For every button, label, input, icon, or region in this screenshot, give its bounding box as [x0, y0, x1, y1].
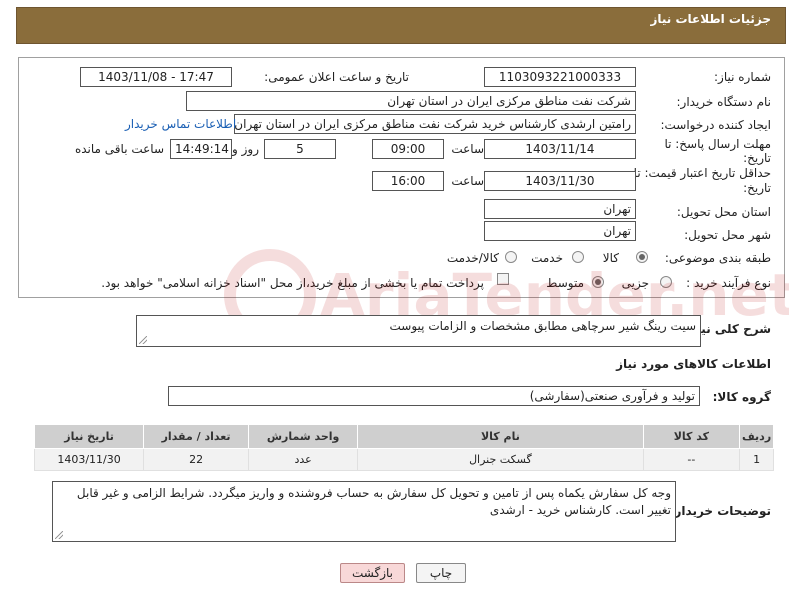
- back-button[interactable]: بازگشت: [340, 563, 405, 583]
- validity-time-field: 16:00: [372, 171, 444, 191]
- cell-unit: عدد: [248, 448, 359, 471]
- process-option-minor: جزیی: [621, 276, 649, 290]
- province-label: استان محل تحویل:: [676, 205, 771, 219]
- payment-note: پرداخت تمام یا بخشی از مبلغ خرید،از محل …: [101, 276, 484, 290]
- print-button[interactable]: چاپ: [416, 563, 466, 583]
- col-quantity: تعداد / مقدار: [143, 424, 250, 449]
- buyer-org-label: نام دستگاه خریدار:: [676, 95, 772, 109]
- table-row: 1403/11/30 22 عدد گسکت جنرال -- 1: [33, 448, 774, 471]
- goods-group-label: گروه کالا:: [712, 390, 771, 404]
- goods-group-field: تولید و فرآوری صنعتی(سفارشی): [168, 386, 700, 406]
- validity-date-field: 1403/11/30: [484, 171, 636, 191]
- validity-label: حداقل تاریخ اعتبار قیمت: تا: [633, 166, 771, 180]
- category-radio-goods[interactable]: [636, 251, 648, 263]
- process-radio-medium[interactable]: [592, 276, 604, 288]
- resize-handle[interactable]: [139, 336, 147, 344]
- resize-handle[interactable]: [55, 531, 63, 539]
- page-title: جزئیات اطلاعات نیاز: [650, 12, 771, 26]
- category-option-goods-service: کالا/خدمت: [446, 251, 499, 265]
- cell-need-date: 1403/11/30: [33, 448, 145, 471]
- payment-checkbox[interactable]: [497, 273, 509, 285]
- process-label: نوع فرآیند خرید :: [686, 276, 771, 290]
- goods-section-title: اطلاعات کالاهای مورد نیاز: [616, 357, 771, 371]
- cell-item-name: گسکت جنرال: [357, 448, 644, 471]
- deadline-date-field: 1403/11/14: [484, 139, 636, 159]
- cell-item-code: --: [642, 448, 741, 471]
- deadline-time-label: ساعت: [451, 142, 484, 156]
- category-radio-service[interactable]: [572, 251, 584, 263]
- col-item-name: نام کالا: [357, 424, 644, 449]
- col-row-index: ردیف: [739, 424, 774, 449]
- announce-field: 1403/11/08 - 17:47: [80, 67, 232, 87]
- need-number-field: 1103093221000333: [484, 67, 636, 87]
- deadline-time-field: 09:00: [372, 139, 444, 159]
- province-field: تهران: [484, 199, 636, 219]
- deadline-label: مهلت ارسال پاسخ: تا: [664, 137, 771, 151]
- contact-buyer-link[interactable]: اطلاعات تماس خریدار: [125, 117, 236, 131]
- city-field: تهران: [484, 221, 636, 241]
- goods-table: تاریخ نیاز تعداد / مقدار واحد شمارش نام …: [33, 424, 774, 471]
- buyer-notes-field: وجه کل سفارش یکماه پس از تامین و تحویل ک…: [52, 481, 676, 542]
- summary-field: سیت رینگ شیر سرچاهی مطابق مشخصات و الزام…: [136, 315, 701, 347]
- city-label: شهر محل تحویل:: [684, 228, 771, 242]
- days-label: روز و: [232, 142, 259, 156]
- creator-label: ایجاد کننده درخواست:: [660, 118, 771, 132]
- category-label: طبقه بندی موضوعی:: [664, 251, 771, 265]
- remaining-label: ساعت باقی مانده: [74, 142, 164, 156]
- need-number-label: شماره نیاز:: [714, 70, 771, 84]
- process-option-medium: متوسط: [546, 276, 584, 290]
- announce-label: تاریخ و ساعت اعلان عمومی:: [264, 70, 409, 84]
- validity-time-label: ساعت: [451, 174, 484, 188]
- process-radio-minor[interactable]: [660, 276, 672, 288]
- buyer-org-field: شرکت نفت مناطق مرکزی ایران در استان تهرا…: [186, 91, 636, 111]
- cell-row-index: 1: [739, 448, 774, 471]
- cell-quantity: 22: [143, 448, 250, 471]
- category-radio-goods-service[interactable]: [505, 251, 517, 263]
- deadline-label-date: تاریخ:: [743, 151, 771, 165]
- validity-label-date: تاریخ:: [743, 181, 771, 195]
- creator-field: رامتین ارشدی کارشناس خرید شرکت نفت مناطق…: [234, 114, 636, 134]
- col-unit: واحد شمارش: [248, 424, 359, 449]
- col-item-code: کد کالا: [642, 424, 741, 449]
- category-option-goods: کالا: [602, 251, 619, 265]
- col-need-date: تاریخ نیاز: [33, 424, 145, 449]
- buyer-notes-text: وجه کل سفارش یکماه پس از تامین و تحویل ک…: [76, 486, 671, 517]
- days-field: 5: [264, 139, 336, 159]
- summary-text: سیت رینگ شیر سرچاهی مطابق مشخصات و الزام…: [389, 319, 696, 333]
- category-option-service: خدمت: [531, 251, 563, 265]
- remaining-time-field: 14:49:14: [170, 139, 232, 159]
- buyer-notes-label: توضیحات خریدار:: [669, 504, 771, 518]
